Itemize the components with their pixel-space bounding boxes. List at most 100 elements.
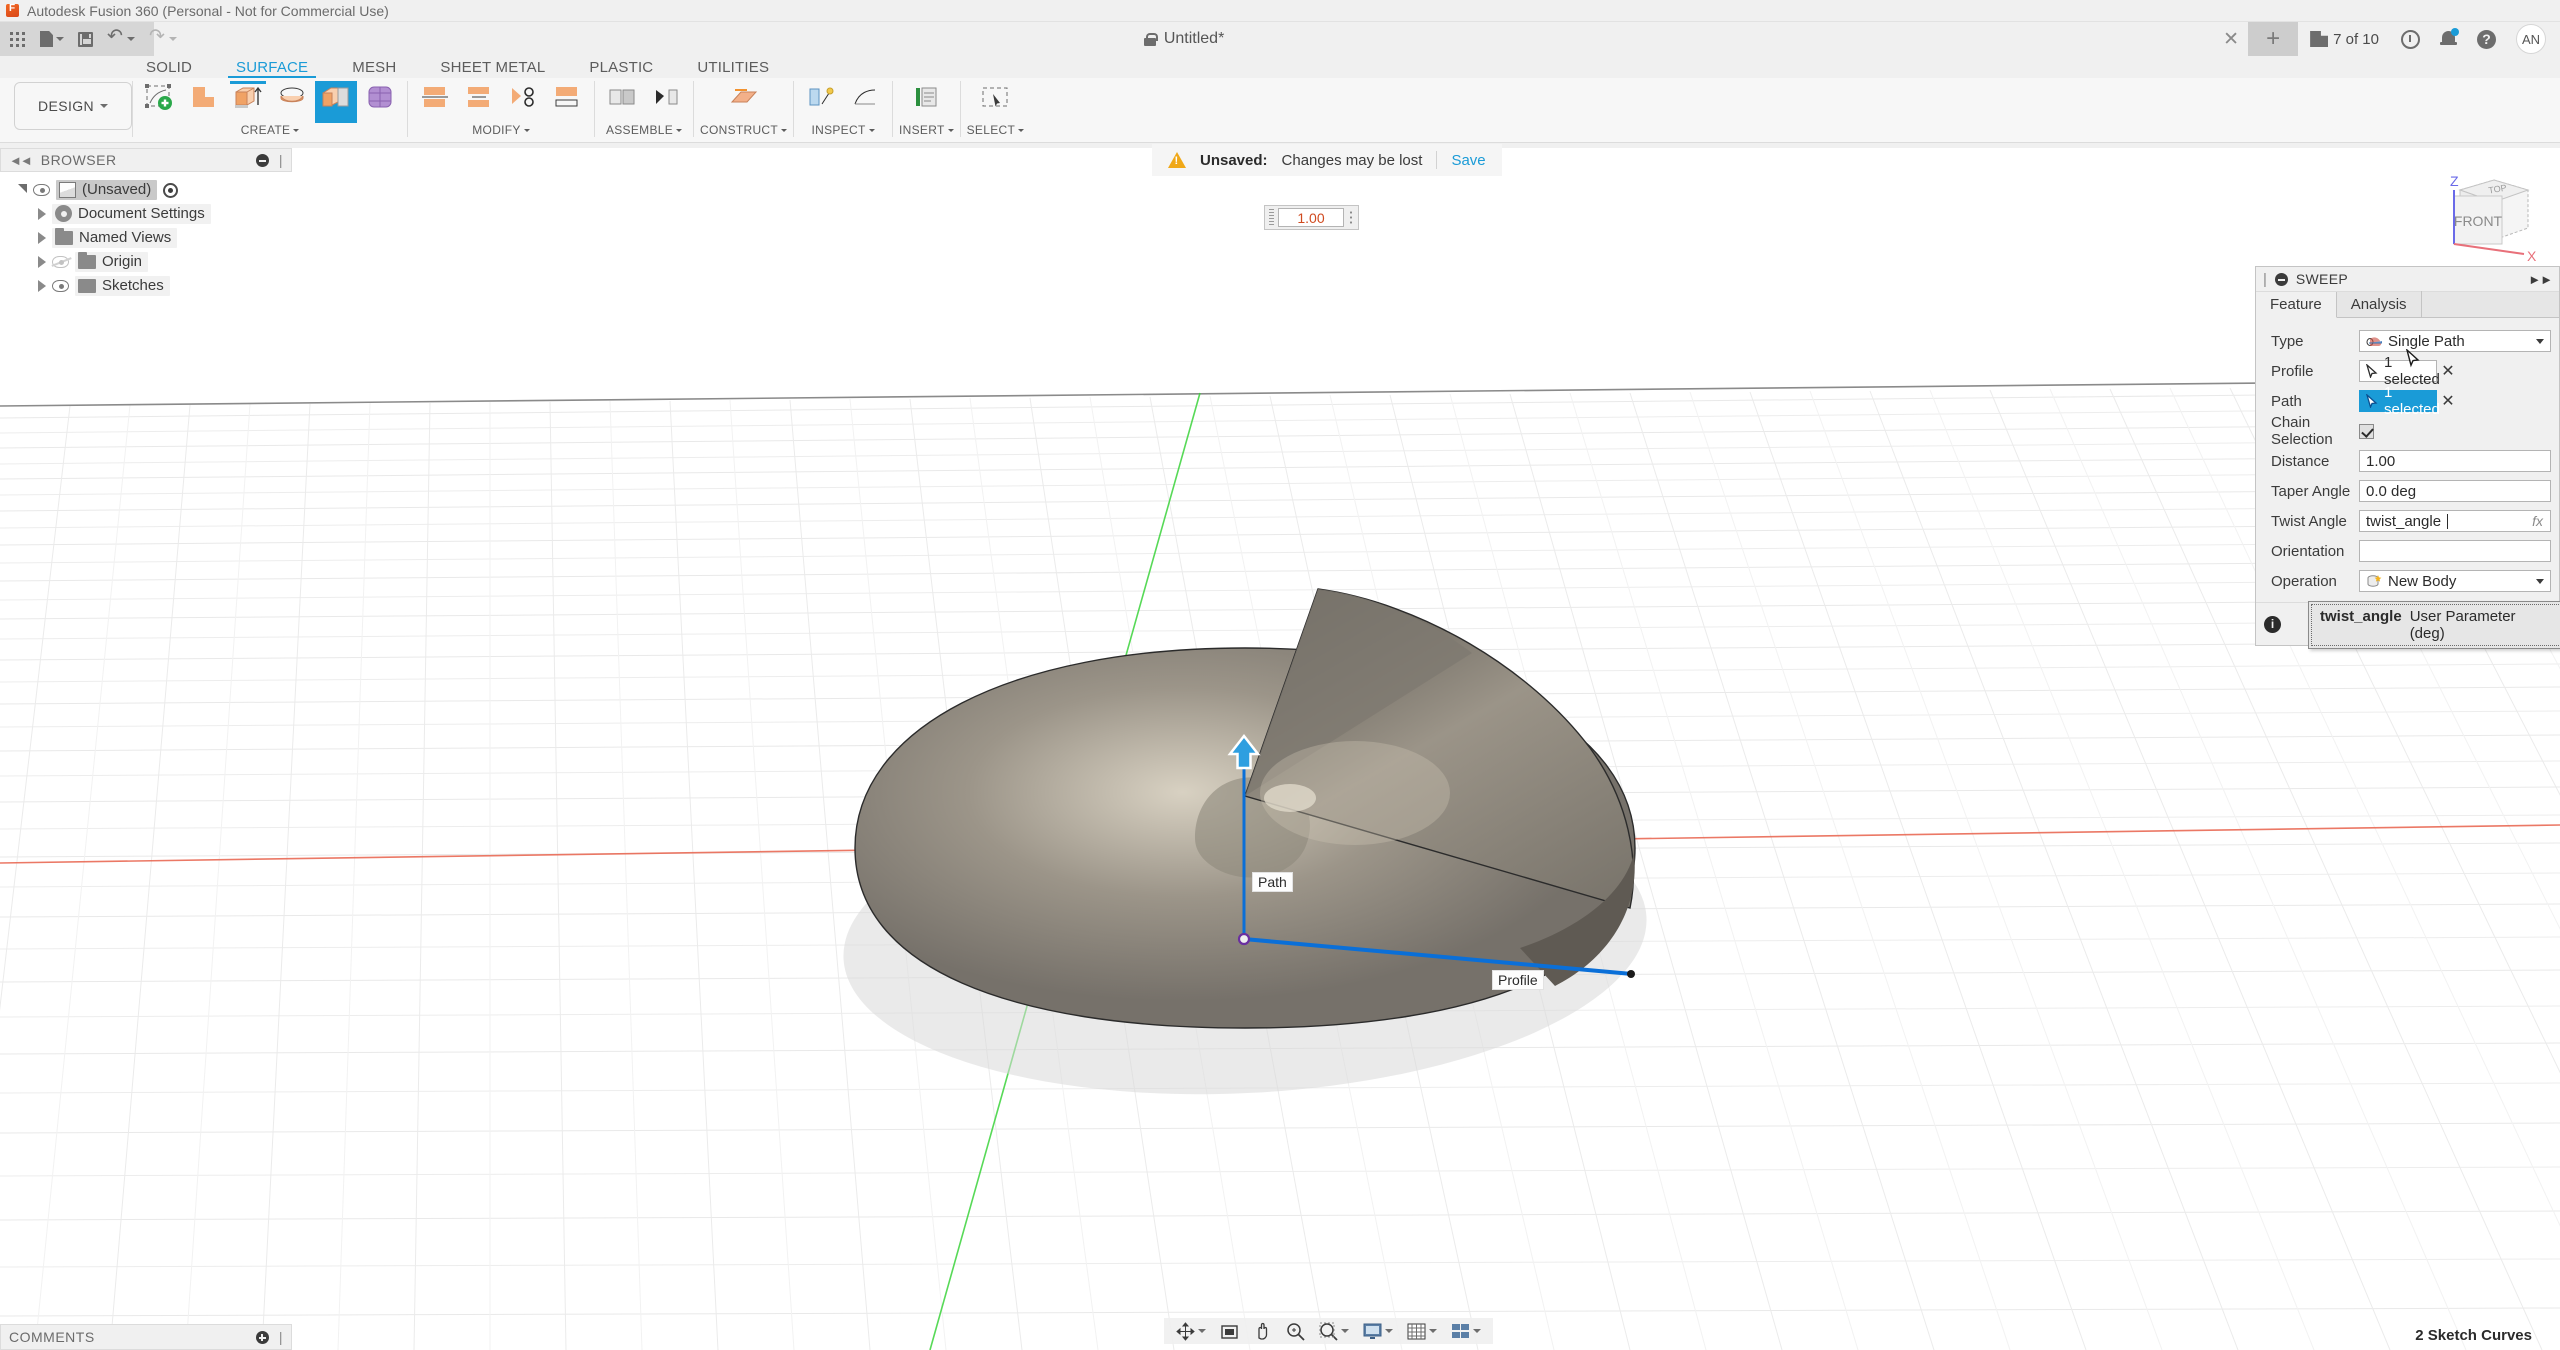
twist-angle-input[interactable]: twist_angle fx: [2359, 510, 2551, 532]
inspect-section-analysis-button[interactable]: [844, 81, 886, 123]
comments-panel[interactable]: COMMENTS |: [0, 1324, 292, 1350]
select-tool-button[interactable]: [974, 81, 1016, 123]
double-chevron-right-icon[interactable]: ►►: [2528, 272, 2552, 287]
pan-icon[interactable]: [1246, 1318, 1279, 1344]
browser-item-sketches[interactable]: Sketches: [0, 274, 292, 298]
collapse-left-icon[interactable]: ◄◄: [9, 153, 31, 168]
tab-solid[interactable]: SOLID: [124, 56, 214, 78]
create-extrude-button[interactable]: [227, 81, 269, 123]
tab-surface[interactable]: SURFACE: [214, 56, 330, 78]
fx-icon[interactable]: fx: [2532, 513, 2543, 529]
close-icon[interactable]: ✕: [2214, 22, 2248, 56]
zoom-icon[interactable]: [1279, 1318, 1312, 1344]
taper-angle-input[interactable]: 0.0 deg: [2359, 480, 2551, 502]
autocomplete-option[interactable]: twist_angle User Parameter (deg): [2311, 604, 2560, 646]
browser-item-label: Origin: [102, 253, 142, 270]
clear-x-icon[interactable]: ✕: [2437, 361, 2459, 381]
notifications-button[interactable]: [2430, 30, 2467, 48]
title-bar: Autodesk Fusion 360 (Personal - Not for …: [0, 0, 2560, 22]
widget-options-icon[interactable]: [1348, 210, 1354, 225]
browser-item-label: (Unsaved): [82, 181, 151, 198]
info-icon[interactable]: i: [2264, 616, 2281, 633]
path-selection-button[interactable]: 1 selected: [2359, 390, 2437, 412]
tab-plastic[interactable]: PLASTIC: [567, 56, 675, 78]
display-settings-icon[interactable]: [1356, 1318, 1400, 1344]
modify-trim-button[interactable]: [414, 81, 456, 123]
distance-manipulator-input[interactable]: [1278, 208, 1344, 227]
visibility-eye-icon[interactable]: [52, 280, 69, 292]
create-revolve-button[interactable]: [271, 81, 313, 123]
zoom-window-icon[interactable]: [1312, 1318, 1356, 1344]
new-document-icon[interactable]: [40, 31, 64, 47]
profile-selection-button[interactable]: 1 selected: [2359, 360, 2437, 382]
plus-circle-icon[interactable]: [256, 1331, 269, 1344]
minus-circle-icon[interactable]: [2275, 273, 2288, 286]
chevron-right-icon[interactable]: [38, 232, 46, 244]
undo-icon[interactable]: [107, 32, 135, 46]
browser-item-document-settings[interactable]: Document Settings: [0, 202, 292, 226]
chevron-right-icon[interactable]: [38, 256, 46, 268]
account-button[interactable]: AN: [2506, 24, 2556, 54]
viewports-icon[interactable]: [1444, 1318, 1488, 1344]
recent-clock-button[interactable]: [2391, 30, 2430, 49]
app-grid-icon[interactable]: [10, 31, 26, 47]
operation-dropdown[interactable]: New Body: [2359, 570, 2551, 592]
viewport-canvas[interactable]: Path Profile FRONT TOP Z X: [0, 148, 2560, 1350]
browser-item-origin[interactable]: Origin: [0, 250, 292, 274]
activate-component-radio[interactable]: [163, 183, 178, 198]
type-dropdown[interactable]: Single Path: [2359, 330, 2551, 352]
save-link[interactable]: Save: [1451, 152, 1485, 169]
chevron-right-icon[interactable]: [38, 280, 46, 292]
help-button[interactable]: ?: [2467, 30, 2506, 49]
distance-input[interactable]: 1.00: [2359, 450, 2551, 472]
tab-utilities[interactable]: UTILITIES: [675, 56, 791, 78]
chain-selection-checkbox[interactable]: [2359, 424, 2374, 439]
browser-item-named-views[interactable]: Named Views: [0, 226, 292, 250]
create-sweep-button[interactable]: [315, 81, 357, 123]
visibility-eye-off-icon[interactable]: [52, 256, 69, 268]
modify-extend-button[interactable]: [458, 81, 500, 123]
ribbon-group-select-label: SELECT: [967, 123, 1024, 137]
modify-split-face-button[interactable]: [502, 81, 544, 123]
minus-circle-icon[interactable]: [256, 154, 269, 167]
orientation-dropdown[interactable]: [2359, 540, 2551, 562]
tab-feature[interactable]: Feature: [2256, 292, 2337, 318]
construct-plane-button[interactable]: [723, 81, 765, 123]
distance-label: Distance: [2264, 453, 2359, 470]
comments-resize-handle[interactable]: |: [279, 1329, 283, 1345]
insert-derive-button[interactable]: [905, 81, 947, 123]
chevron-down-icon[interactable]: [18, 184, 27, 193]
inspect-measure-button[interactable]: [800, 81, 842, 123]
type-value: Single Path: [2388, 333, 2465, 350]
twist-angle-autocomplete-popup[interactable]: twist_angle User Parameter (deg): [2308, 601, 2560, 649]
tab-sheet-metal[interactable]: SHEET METAL: [418, 56, 567, 78]
modify-merge-button[interactable]: [546, 81, 588, 123]
grid-snaps-icon[interactable]: [1400, 1318, 1444, 1344]
tab-analysis[interactable]: Analysis: [2337, 291, 2422, 317]
clear-x-icon[interactable]: ✕: [2437, 391, 2459, 411]
visibility-eye-icon[interactable]: [33, 184, 50, 196]
distance-manipulator-widget[interactable]: [1264, 205, 1359, 230]
workspace-selector[interactable]: DESIGN: [14, 82, 132, 130]
orbit-icon[interactable]: [1169, 1318, 1213, 1344]
save-icon[interactable]: [78, 32, 93, 47]
job-status[interactable]: 7 of 10: [2298, 31, 2391, 48]
create-patch-button[interactable]: [183, 81, 225, 123]
browser-item-unsaved[interactable]: (Unsaved): [0, 178, 292, 202]
create-sketch-button[interactable]: [139, 81, 181, 123]
chevron-down-icon[interactable]: [2536, 579, 2544, 584]
viewcube-front-label: FRONT: [2454, 213, 2503, 229]
assemble-joint-button[interactable]: [645, 81, 687, 123]
look-at-icon[interactable]: [1213, 1318, 1246, 1344]
tab-mesh[interactable]: MESH: [330, 56, 418, 78]
workspace-selector-label: DESIGN: [38, 98, 94, 114]
view-cube[interactable]: FRONT TOP Z X: [2432, 160, 2542, 270]
browser-resize-handle[interactable]: |: [279, 152, 283, 168]
create-loft-button[interactable]: [359, 81, 401, 123]
chevron-down-icon[interactable]: [2536, 339, 2544, 344]
document-tab[interactable]: Untitled*: [1124, 22, 1244, 56]
plus-icon[interactable]: +: [2248, 22, 2298, 56]
chevron-right-icon[interactable]: [38, 208, 46, 220]
assemble-new-component-button[interactable]: [601, 81, 643, 123]
drag-grip-icon[interactable]: [1269, 209, 1274, 226]
